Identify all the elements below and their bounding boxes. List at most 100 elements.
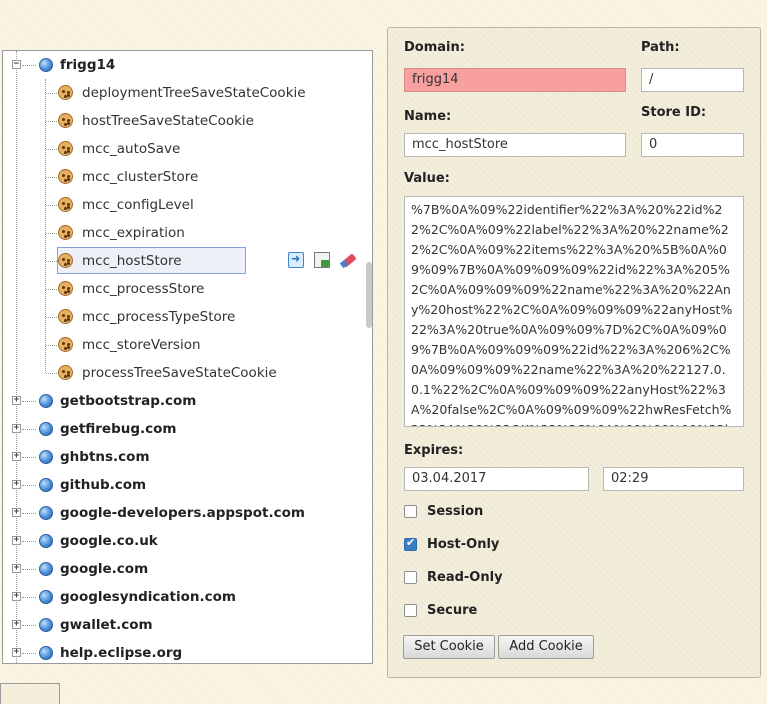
tree-connector: [22, 485, 36, 486]
tree-cookie-row[interactable]: mcc_autoSave: [3, 135, 372, 163]
tree-cookie-label[interactable]: mcc_expiration: [82, 225, 185, 241]
name-input[interactable]: mcc_hostStore: [404, 133, 626, 157]
expires-date-input[interactable]: 03.04.2017: [404, 467, 589, 491]
tree-domain-label[interactable]: ghbtns.com: [60, 449, 150, 465]
tree-cookie-label[interactable]: mcc_hostStore: [82, 253, 182, 269]
session-checkbox[interactable]: [404, 505, 417, 518]
value-textarea[interactable]: %7B%0A%09%22identifier%22%3A%20%22id%22%…: [404, 196, 744, 427]
tree-cookie-label[interactable]: mcc_processTypeStore: [82, 309, 235, 325]
tree-cookie-label[interactable]: mcc_clusterStore: [82, 169, 198, 185]
tree-cookie-row[interactable]: processTreeSaveStateCookie: [3, 359, 372, 387]
tree-domain-label[interactable]: getbootstrap.com: [60, 393, 196, 409]
host-only-checkbox[interactable]: [404, 536, 417, 551]
tree-domain-label[interactable]: getfirebug.com: [60, 421, 177, 437]
tree-domain-label[interactable]: google-developers.appspot.com: [60, 505, 305, 521]
expand-toggle-icon[interactable]: +: [12, 452, 21, 461]
tree-domain-label[interactable]: frigg14: [60, 57, 115, 73]
tree-domain-label[interactable]: google.com: [60, 561, 148, 577]
cookie-icon: [58, 169, 73, 184]
secure-checkbox[interactable]: [404, 604, 417, 617]
expand-toggle-icon[interactable]: +: [12, 592, 21, 601]
tree-domain-row[interactable]: − frigg14: [3, 51, 372, 79]
tree-cookie-label[interactable]: hostTreeSaveStateCookie: [82, 113, 254, 129]
tree-connector: [46, 289, 57, 290]
row-action-icons: [288, 252, 362, 270]
expand-toggle-icon[interactable]: +: [12, 648, 21, 657]
tree-connector: [22, 65, 36, 66]
tree-domain-row[interactable]: + googlesyndication.com: [3, 583, 372, 611]
tree-cookie-label[interactable]: mcc_configLevel: [82, 197, 194, 213]
tree-cookie-row[interactable]: mcc_processStore: [3, 275, 372, 303]
tree-cookie-row-selected[interactable]: mcc_hostStore: [3, 247, 372, 275]
tree-connector: [46, 177, 57, 178]
tree-cookie-row[interactable]: mcc_expiration: [3, 219, 372, 247]
add-cookie-button[interactable]: Add Cookie: [498, 635, 594, 659]
tree-domain-label[interactable]: help.eclipse.org: [60, 645, 182, 661]
store-id-input[interactable]: 0: [641, 133, 744, 157]
globe-icon: [39, 394, 53, 408]
expand-toggle-icon[interactable]: +: [12, 396, 21, 405]
tree-domain-row[interactable]: + ghbtns.com: [3, 443, 372, 471]
expand-toggle-icon[interactable]: +: [12, 564, 21, 573]
globe-icon: [39, 590, 53, 604]
tree-scrollbar-thumb[interactable]: [366, 262, 372, 328]
tree-domain-label[interactable]: github.com: [60, 477, 146, 493]
globe-icon: [39, 534, 53, 548]
tree-cookie-label[interactable]: mcc_storeVersion: [82, 337, 201, 353]
tree-domain-row[interactable]: + gwallet.com: [3, 611, 372, 639]
tree-domain-row[interactable]: + google.co.uk: [3, 527, 372, 555]
globe-icon: [39, 506, 53, 520]
tree-domain-label[interactable]: google.co.uk: [60, 533, 158, 549]
tree-cookie-label[interactable]: mcc_autoSave: [82, 141, 180, 157]
tree-cookie-row[interactable]: deploymentTreeSaveStateCookie: [3, 79, 372, 107]
delete-cookie-icon[interactable]: [340, 252, 356, 268]
expires-time-input[interactable]: 02:29: [603, 467, 744, 491]
tree-connector: [46, 373, 57, 374]
cookie-icon: [58, 337, 73, 352]
tree-cookie-row[interactable]: mcc_clusterStore: [3, 163, 372, 191]
tree-cookie-row[interactable]: mcc_configLevel: [3, 191, 372, 219]
tree-connector: [22, 653, 36, 654]
tree-domain-row[interactable]: + getbootstrap.com: [3, 387, 372, 415]
domain-input[interactable]: frigg14: [404, 68, 626, 92]
tree-domain-row[interactable]: + google.com: [3, 555, 372, 583]
tree-cookie-row[interactable]: hostTreeSaveStateCookie: [3, 107, 372, 135]
tree-cookie-row[interactable]: mcc_storeVersion: [3, 331, 372, 359]
tree-cookie-label[interactable]: processTreeSaveStateCookie: [82, 365, 277, 381]
tree-domain-row[interactable]: + help.eclipse.org: [3, 639, 372, 663]
tree-connector: [22, 597, 36, 598]
expires-label: Expires:: [404, 443, 464, 458]
cookie-icon: [58, 281, 73, 296]
globe-icon: [39, 422, 53, 436]
expand-toggle-icon[interactable]: +: [12, 620, 21, 629]
bottom-tab[interactable]: [0, 683, 60, 704]
globe-icon: [39, 478, 53, 492]
collapse-toggle-icon[interactable]: −: [12, 60, 21, 69]
name-label: Name:: [404, 109, 452, 124]
set-cookie-button[interactable]: Set Cookie: [403, 635, 495, 659]
cookie-tree-panel: − frigg14 deploymentTreeSaveStateCookie …: [2, 50, 373, 664]
copy-cookie-icon[interactable]: [288, 252, 304, 268]
globe-icon: [39, 450, 53, 464]
path-input[interactable]: /: [641, 68, 744, 92]
value-label: Value:: [404, 171, 450, 186]
tree-domain-row[interactable]: + google-developers.appspot.com: [3, 499, 372, 527]
cookie-editor-panel: Domain: Path: frigg14 / Name: Store ID: …: [387, 27, 761, 678]
tree-connector: [46, 317, 57, 318]
tree-cookie-row[interactable]: mcc_processTypeStore: [3, 303, 372, 331]
tree-cookie-label[interactable]: deploymentTreeSaveStateCookie: [82, 85, 306, 101]
tree-domain-row[interactable]: + github.com: [3, 471, 372, 499]
tree-domain-label[interactable]: gwallet.com: [60, 617, 153, 633]
read-only-checkbox[interactable]: [404, 571, 417, 584]
expand-toggle-icon[interactable]: +: [12, 480, 21, 489]
cookie-icon: [58, 253, 73, 268]
expand-toggle-icon[interactable]: +: [12, 424, 21, 433]
expand-toggle-icon[interactable]: +: [12, 508, 21, 517]
tree-connector: [22, 541, 36, 542]
protect-cookie-icon[interactable]: [314, 252, 331, 268]
tree-connector: [22, 457, 36, 458]
expand-toggle-icon[interactable]: +: [12, 536, 21, 545]
tree-domain-label[interactable]: googlesyndication.com: [60, 589, 236, 605]
tree-cookie-label[interactable]: mcc_processStore: [82, 281, 204, 297]
tree-domain-row[interactable]: + getfirebug.com: [3, 415, 372, 443]
